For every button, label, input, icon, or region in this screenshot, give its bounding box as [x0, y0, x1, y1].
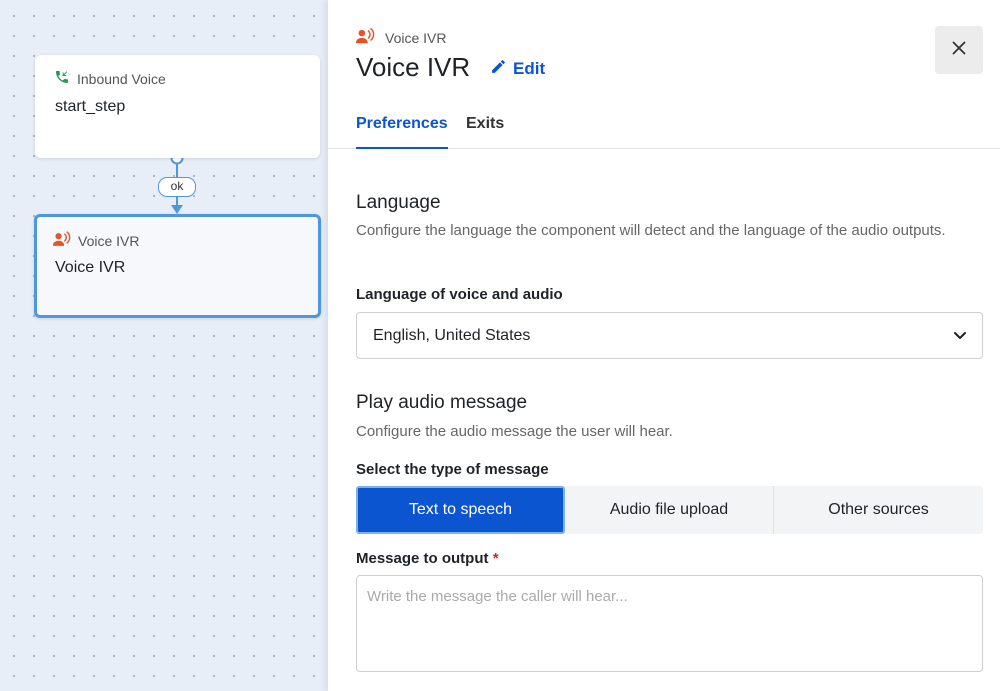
voice-speaker-icon [356, 28, 375, 47]
message-output-label: Message to output * [356, 550, 499, 567]
pencil-icon [490, 58, 507, 80]
flow-node-inbound-voice[interactable]: Inbound Voice start_step [35, 55, 320, 158]
flow-canvas[interactable]: ok Inbound Voice start_step Voice IVR Vo… [0, 0, 328, 691]
edit-button[interactable]: Edit [490, 58, 545, 80]
connector-label-ok[interactable]: ok [158, 177, 196, 197]
voice-speaker-icon [53, 231, 71, 250]
connector-arrow [171, 205, 183, 214]
panel-tabs: Preferences Exits [328, 110, 1000, 149]
option-other-sources[interactable]: Other sources [774, 486, 983, 534]
phone-incoming-icon [54, 69, 70, 88]
node-type-label: Voice IVR [53, 231, 139, 250]
option-text-to-speech[interactable]: Text to speech [356, 486, 565, 534]
audio-description: Configure the audio message the user wil… [356, 423, 673, 440]
close-button[interactable] [935, 26, 983, 74]
panel-type-label: Voice IVR [356, 28, 446, 47]
message-type-selector: Text to speech Audio file upload Other s… [356, 486, 983, 534]
language-select[interactable]: English, United States [356, 312, 983, 359]
node-title: Voice IVR [55, 259, 126, 276]
node-title: start_step [55, 98, 126, 115]
node-type-label: Inbound Voice [54, 69, 166, 88]
language-description: Configure the language the component wil… [356, 222, 946, 239]
chevron-down-icon [952, 327, 968, 348]
config-panel: Voice IVR Voice IVR Edit Preferences Exi… [328, 0, 1000, 691]
audio-heading: Play audio message [356, 392, 528, 413]
flow-node-voice-ivr[interactable]: Voice IVR Voice IVR [34, 214, 321, 318]
option-audio-file-upload[interactable]: Audio file upload [565, 486, 774, 534]
message-type-label: Select the type of message [356, 461, 549, 478]
language-selected-value: English, United States [373, 326, 531, 344]
tab-exits[interactable]: Exits [466, 115, 504, 149]
required-mark: * [492, 550, 499, 567]
language-field-label: Language of voice and audio [356, 286, 563, 303]
panel-title: Voice IVR [356, 52, 471, 82]
tab-preferences[interactable]: Preferences [356, 115, 448, 149]
close-icon [952, 41, 966, 60]
language-heading: Language [356, 192, 441, 213]
message-output-input[interactable] [356, 575, 983, 672]
